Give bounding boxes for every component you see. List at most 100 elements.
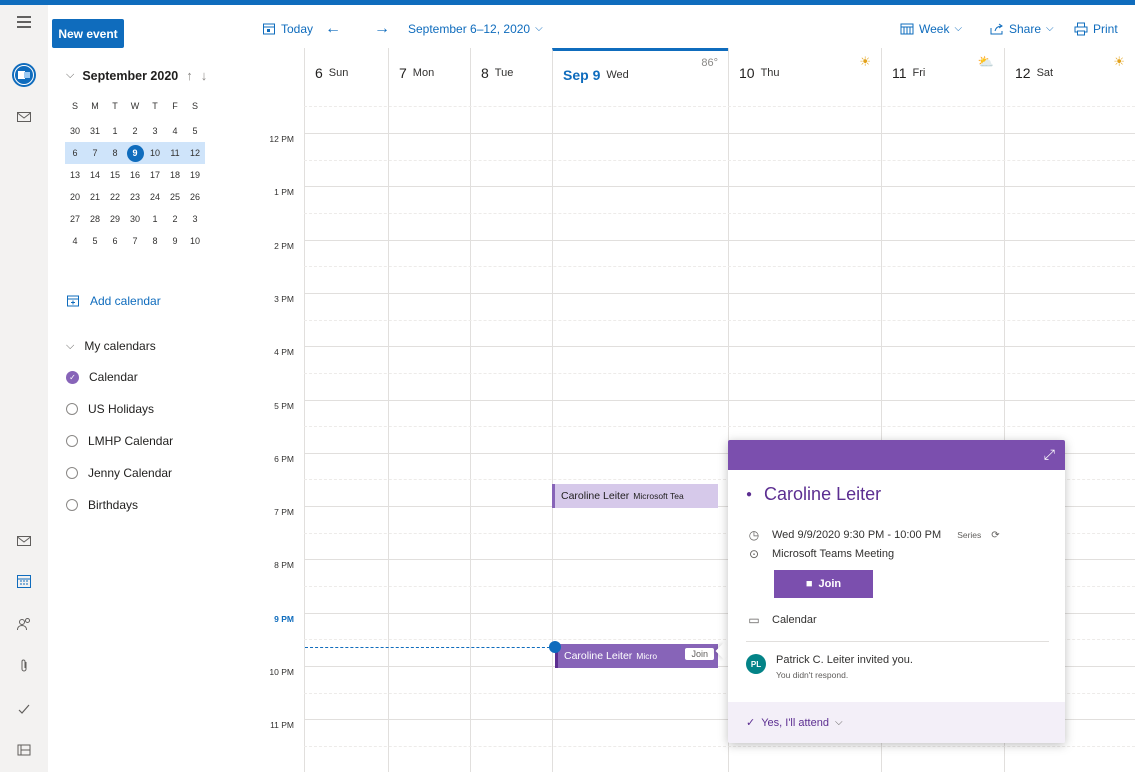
day-name: Mon: [412, 67, 435, 79]
view-switcher[interactable]: Week ⌵: [900, 14, 962, 43]
share-button[interactable]: Share ⌵: [990, 14, 1054, 43]
todo-icon[interactable]: [8, 693, 40, 725]
groups-icon[interactable]: [8, 734, 40, 766]
mini-calendar-day[interactable]: 16: [125, 164, 145, 186]
mini-calendar-day[interactable]: 10: [185, 230, 205, 252]
mini-calendar-day[interactable]: 1: [145, 208, 165, 230]
calendar-event-selected[interactable]: Caroline Leiter Micro Join: [555, 644, 718, 668]
day-header[interactable]: 11 Fri ⛅: [881, 48, 1004, 98]
next-month-icon[interactable]: ↓: [201, 68, 208, 83]
day-of-week-label: T: [112, 101, 118, 111]
calendar-event[interactable]: Caroline Leiter Microsoft Tea: [552, 484, 718, 508]
unchecked-circle-icon[interactable]: [66, 499, 78, 511]
mail-icon[interactable]: [8, 101, 40, 133]
people-icon[interactable]: [8, 608, 40, 640]
mini-calendar-day[interactable]: 30: [65, 120, 85, 142]
previous-week-button[interactable]: ←: [325, 14, 341, 43]
menu-icon[interactable]: [8, 6, 40, 38]
mini-calendar-day[interactable]: 6: [65, 142, 85, 164]
mini-calendar-day[interactable]: 8: [145, 230, 165, 252]
checked-circle-icon[interactable]: ✓: [66, 370, 79, 384]
unchecked-circle-icon[interactable]: [66, 435, 78, 447]
mini-calendar-day[interactable]: 13: [65, 164, 85, 186]
day-header[interactable]: 12 Sat ☀: [1004, 48, 1135, 98]
unchecked-circle-icon[interactable]: [66, 403, 78, 415]
mini-calendar-day[interactable]: 17: [145, 164, 165, 186]
day-header[interactable]: 7 Mon: [388, 48, 470, 98]
hour-label: 9 PM: [274, 613, 294, 624]
day-header[interactable]: Sep 9 Wed 86°: [552, 48, 728, 98]
mini-calendar-day[interactable]: 29: [105, 208, 125, 230]
mini-calendar-day[interactable]: 8: [105, 142, 125, 164]
expand-icon[interactable]: ⤢: [1044, 446, 1055, 463]
event-calendar-row: ▭ Calendar: [746, 613, 816, 627]
mini-calendar-day[interactable]: 18: [165, 164, 185, 186]
mail-nav-icon[interactable]: [8, 525, 40, 557]
collapse-chevron-icon[interactable]: ⌵: [66, 69, 74, 82]
day-header[interactable]: 6 Sun: [304, 48, 388, 98]
add-calendar-button[interactable]: Add calendar: [66, 294, 161, 308]
mini-calendar-day[interactable]: 30: [125, 208, 145, 230]
mini-calendar-day[interactable]: 23: [125, 186, 145, 208]
day-header[interactable]: 10 Thu ☀: [728, 48, 881, 98]
calendar-list-item[interactable]: ✓ Calendar: [66, 370, 138, 384]
mini-calendar-day[interactable]: 11: [165, 142, 185, 164]
mini-calendar-day[interactable]: 9: [125, 142, 145, 164]
mini-calendar-day[interactable]: 26: [185, 186, 205, 208]
new-event-button[interactable]: New event: [52, 19, 124, 48]
join-teams-button[interactable]: ■ Join: [774, 570, 873, 598]
command-bar: New event: [48, 5, 1135, 48]
mini-calendar-week: 6 7 8 9 10 11 12: [65, 142, 205, 164]
event-subtitle: Micro: [636, 651, 658, 661]
calendar-list-item[interactable]: LMHP Calendar: [66, 434, 173, 448]
day-of-week-label: F: [172, 101, 178, 111]
mini-calendar-day[interactable]: 20: [65, 186, 85, 208]
event-title: Caroline Leiter: [564, 650, 633, 662]
mini-calendar-day[interactable]: 3: [145, 120, 165, 142]
mini-calendar-day[interactable]: 7: [125, 230, 145, 252]
day-number: 7: [399, 65, 407, 81]
mini-calendar-day[interactable]: 31: [85, 120, 105, 142]
mini-calendar-day[interactable]: 28: [85, 208, 105, 230]
print-button[interactable]: Print: [1074, 14, 1118, 43]
mini-calendar-day[interactable]: 2: [165, 208, 185, 230]
join-label: Join: [818, 578, 842, 590]
mini-calendar-day[interactable]: 4: [165, 120, 185, 142]
mini-calendar-day[interactable]: 22: [105, 186, 125, 208]
unchecked-circle-icon[interactable]: [66, 467, 78, 479]
mini-calendar-day[interactable]: 21: [85, 186, 105, 208]
calendar-nav-icon[interactable]: [8, 565, 40, 597]
mini-calendar-day[interactable]: 4: [65, 230, 85, 252]
mini-calendar-month[interactable]: September 2020: [82, 69, 178, 83]
outlook-logo-icon[interactable]: [8, 59, 40, 91]
mini-calendar-day[interactable]: 5: [185, 120, 205, 142]
day-header[interactable]: 8 Tue: [470, 48, 552, 98]
mini-calendar-day[interactable]: 5: [85, 230, 105, 252]
mini-calendar-day[interactable]: 10: [145, 142, 165, 164]
event-join-button[interactable]: Join: [685, 648, 714, 660]
calendar-list-item[interactable]: Jenny Calendar: [66, 466, 172, 480]
mini-calendar-day[interactable]: 6: [105, 230, 125, 252]
rsvp-button[interactable]: ✓ Yes, I'll attend ⌵: [728, 702, 1065, 743]
mini-calendar-day[interactable]: 7: [85, 142, 105, 164]
chevron-down-icon: ⌵: [66, 339, 75, 352]
mini-calendar-day[interactable]: 3: [185, 208, 205, 230]
mini-calendar-day[interactable]: 24: [145, 186, 165, 208]
today-button[interactable]: Today: [262, 14, 313, 43]
mini-calendar-day[interactable]: 9: [165, 230, 185, 252]
my-calendars-group[interactable]: ⌵ My calendars: [66, 339, 156, 353]
date-range-picker[interactable]: September 6–12, 2020 ⌵: [408, 14, 543, 43]
previous-month-icon[interactable]: ↑: [186, 68, 193, 83]
calendar-list-item[interactable]: Birthdays: [66, 498, 138, 512]
mini-calendar-day[interactable]: 19: [185, 164, 205, 186]
mini-calendar-day[interactable]: 14: [85, 164, 105, 186]
mini-calendar-day[interactable]: 2: [125, 120, 145, 142]
mini-calendar-day[interactable]: 25: [165, 186, 185, 208]
calendar-list-item[interactable]: US Holidays: [66, 402, 154, 416]
mini-calendar-day[interactable]: 1: [105, 120, 125, 142]
mini-calendar-day[interactable]: 15: [105, 164, 125, 186]
mini-calendar-day[interactable]: 12: [185, 142, 205, 164]
next-week-button[interactable]: →: [374, 14, 390, 43]
attachment-icon[interactable]: [8, 650, 40, 682]
mini-calendar-day[interactable]: 27: [65, 208, 85, 230]
